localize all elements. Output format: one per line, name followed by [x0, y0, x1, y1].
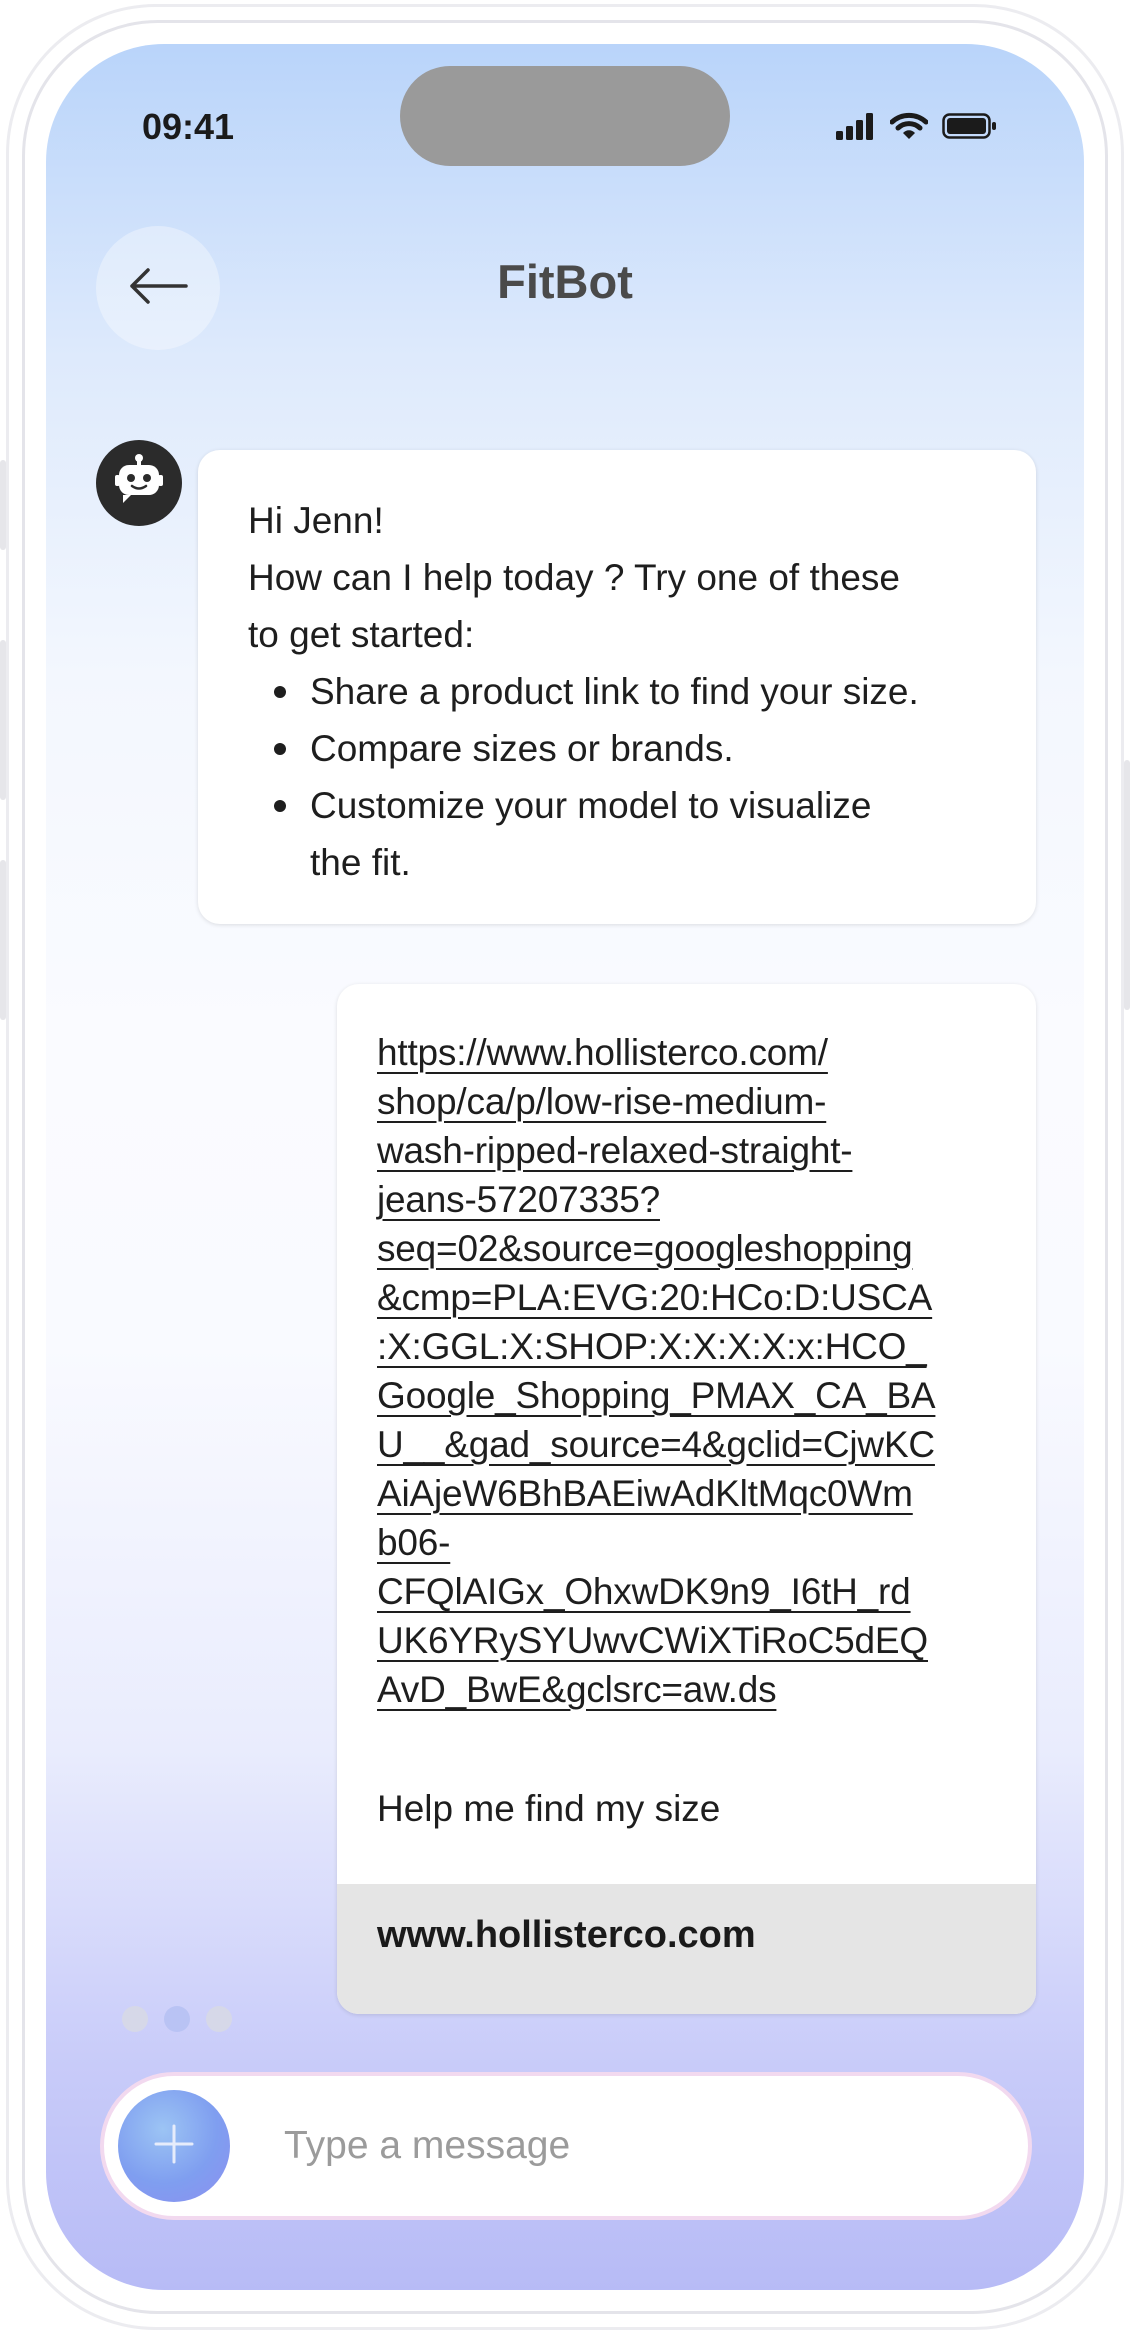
product-link[interactable]: https://www.hollisterco.com/ shop/ca/p/l… [377, 1028, 1007, 1714]
status-time: 09:41 [142, 106, 235, 147]
typing-dot [206, 2006, 232, 2032]
user-message-bubble: https://www.hollisterco.com/ shop/ca/p/l… [337, 984, 1036, 2014]
bot-message-bubble: Hi Jenn! How can I help today ? Try one … [198, 450, 1036, 924]
link-line: :X:GGL:X:SHOP:X:X:X:X:x:HCO_ [377, 1326, 927, 1367]
suggestion-text: Customize your model to visualize [310, 785, 872, 826]
wifi-icon [889, 112, 929, 145]
plus-icon [150, 2120, 198, 2173]
link-line: AvD_BwE&gclsrc=aw.ds [377, 1669, 777, 1710]
add-attachment-button[interactable] [118, 2090, 230, 2202]
link-line: U__&gad_source=4&gclid=CjwKC [377, 1424, 935, 1465]
typing-dot [164, 2006, 190, 2032]
robot-icon [109, 451, 169, 516]
link-line: https://www.hollisterco.com/ [377, 1032, 828, 1073]
side-button-lower [0, 860, 6, 1020]
bot-greeting: Hi Jenn! [248, 500, 384, 541]
status-icons [836, 112, 998, 145]
page-title: FitBot [497, 255, 633, 308]
link-preview-domain: www.hollisterco.com [377, 1914, 756, 1956]
link-line: AiAjeW6BhBAEiwAdKltMqc0Wm [377, 1473, 913, 1514]
message-composer [100, 2072, 1032, 2220]
volume-up-button [0, 460, 6, 550]
battery-icon [942, 112, 998, 145]
typing-indicator [122, 2006, 232, 2032]
link-preview-card[interactable]: www.hollisterco.com [337, 1884, 1036, 2014]
power-button [1124, 760, 1130, 1010]
link-line: UK6YRySYUwvCWiXTiRoC5dEQ [377, 1620, 928, 1661]
link-line: Google_Shopping_PMAX_CA_BA [377, 1375, 936, 1416]
volume-down-button [0, 640, 6, 800]
suggestion-text-cont: the fit. [310, 842, 411, 883]
phone-screen: 09:41 FitBot Hi Jenn! How can I help tod… [46, 44, 1084, 2290]
link-line: shop/ca/p/low-rise-medium- [377, 1081, 827, 1122]
bot-intro-line: How can I help today ? Try one of these [248, 557, 900, 598]
message-input[interactable] [284, 2114, 884, 2178]
link-line: seq=02&source=googleshopping [377, 1228, 913, 1269]
dynamic-island [400, 66, 730, 166]
bot-avatar [96, 440, 182, 526]
link-line: jeans-57207335? [377, 1179, 660, 1220]
bot-intro-line: to get started: [248, 614, 475, 655]
suggestion-list: Share a product link to find your size. … [248, 663, 986, 891]
cellular-signal-icon [836, 112, 876, 145]
user-message-text: Help me find my size [377, 1788, 721, 1829]
link-line: wash-ripped-relaxed-straight- [377, 1130, 853, 1171]
link-line: b06- [377, 1522, 451, 1563]
typing-dot [122, 2006, 148, 2032]
suggestion-item: Share a product link to find your size. [274, 663, 986, 720]
link-line: CFQlAIGx_OhxwDK9n9_I6tH_rd [377, 1571, 911, 1612]
suggestion-item: Customize your model to visualize the fit… [274, 777, 986, 891]
suggestion-item: Compare sizes or brands. [274, 720, 986, 777]
link-line: &cmp=PLA:EVG:20:HCo:D:USCA [377, 1277, 933, 1318]
